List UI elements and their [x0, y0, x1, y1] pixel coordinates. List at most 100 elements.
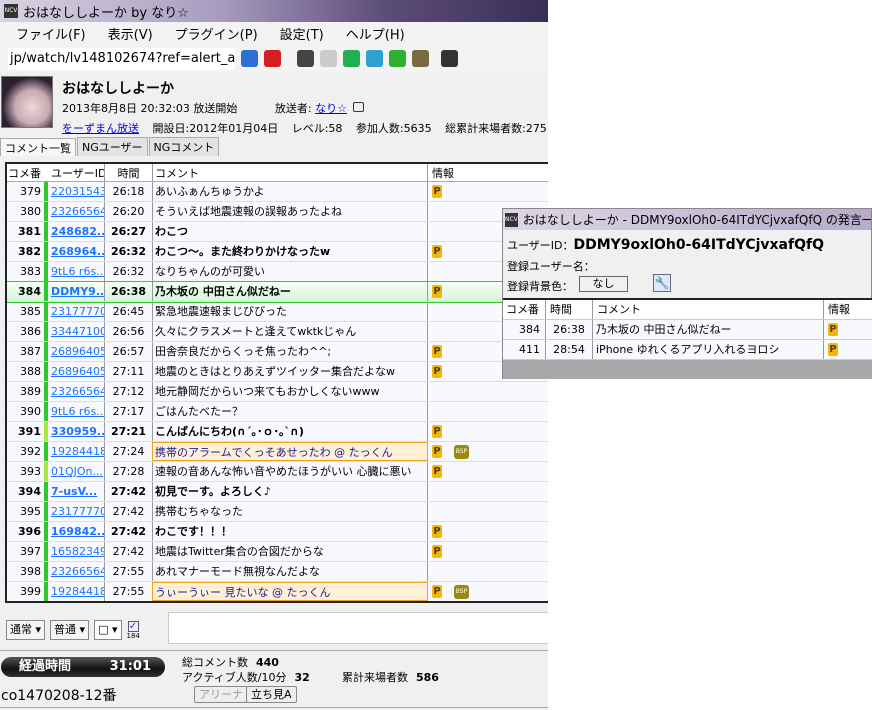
table-row[interactable]: 396 169842... 27:42 わこです！！！ P	[7, 522, 548, 542]
user-id-link[interactable]: 33447100	[48, 325, 104, 338]
user-id-link[interactable]: 248682...	[48, 225, 104, 238]
speech-icon[interactable]	[297, 50, 314, 67]
comment-time: 26:27	[104, 222, 152, 241]
table-row[interactable]: 397 16582349 27:42 地震はTwitter集合の合図だからな P	[7, 542, 548, 562]
user-id-link[interactable]: 22031543	[48, 185, 104, 198]
seat-button[interactable]: 立ち見A	[246, 686, 297, 703]
user-id-link[interactable]: 9tL6 r6s...	[48, 265, 104, 278]
user-id-link[interactable]: 23266564	[48, 565, 104, 578]
col-user-id[interactable]: ユーザーID	[48, 165, 104, 181]
user-id-link[interactable]: 19284418	[48, 585, 104, 598]
comment-time: 27:42	[104, 542, 152, 561]
upload-icon[interactable]	[320, 50, 337, 67]
comment-no: 382	[18, 245, 41, 258]
user-id-link[interactable]: 330959...	[48, 425, 104, 438]
user-icon[interactable]	[343, 50, 360, 67]
user-id-link[interactable]: 23177770	[48, 305, 104, 318]
premium-icon: P	[432, 545, 442, 558]
table-row[interactable]: 399 19284418 27:55 うぃーうぃー 見たいな @ たっくん PB…	[7, 582, 548, 601]
table-row[interactable]: 380 23266564 26:20 そういえば地震速報の誤報あったよね	[7, 202, 548, 222]
premium-icon: P	[432, 345, 442, 358]
user-id-link[interactable]: 23177770	[48, 505, 104, 518]
user-id-link[interactable]: 9tL6 r6s...	[48, 405, 104, 418]
table-row[interactable]: 386 33447100 26:56 久々にクラスメートと逢えてwktkじゃん	[7, 322, 548, 342]
table-row[interactable]: 393 01QJOn... 27:28 速報の音あんな怖い音やめたほうがいい 心…	[7, 462, 548, 482]
col-comment[interactable]: コメント	[593, 300, 824, 319]
user-id-link[interactable]: 16582349	[48, 545, 104, 558]
menu-help[interactable]: ヘルプ(H)	[346, 24, 405, 43]
mode-select[interactable]: 通常 ▾	[6, 620, 46, 640]
tab-ng-comments[interactable]: NGコメント	[148, 137, 220, 156]
popup-table-row[interactable]: 384 26:38 乃木坂の 中田さん似だねー P	[503, 320, 872, 340]
user-id-link[interactable]: 23266564	[48, 385, 104, 398]
menu-settings[interactable]: 設定(T)	[280, 24, 324, 43]
total-comments: 総コメント数 440	[182, 656, 279, 669]
settings-icon[interactable]	[412, 50, 429, 67]
comment-time: 27:11	[104, 362, 152, 381]
table-row[interactable]: 398 23266564 27:55 あれマナーモード無視なんだよな	[7, 562, 548, 582]
url-input[interactable]: jp/watch/lv148102674?ref=alert_alert	[8, 47, 235, 70]
table-row[interactable]: 391 330959... 27:21 こんばんにちわ(∩´｡･ｏ･｡`∩) P	[7, 422, 548, 442]
comment-no: 381	[18, 225, 41, 238]
table-row[interactable]: 384 DDMY9... 26:38 乃木坂の 中田さん似だねー P	[7, 281, 548, 303]
disconnect-icon[interactable]	[264, 50, 281, 67]
arena-button[interactable]: アリーナ	[194, 686, 248, 703]
size-select[interactable]: 普通 ▾	[50, 620, 90, 640]
tab-comments[interactable]: コメント一覧	[0, 138, 76, 156]
comment-time: 26:38	[104, 282, 152, 301]
table-row[interactable]: 385 23177770 26:45 緊急地震速報まじびびった	[7, 302, 548, 322]
table-row[interactable]: 395 23177770 27:42 携帯むちゃなった	[7, 502, 548, 522]
on-air-icon[interactable]	[389, 50, 406, 67]
table-row[interactable]: 383 9tL6 r6s... 26:32 なりちゃんのが可愛い	[7, 262, 548, 282]
wrench-icon[interactable]: 🔧	[653, 274, 671, 292]
user-id-link[interactable]: 19284418	[48, 445, 104, 458]
comment-text: 携帯むちゃなった	[152, 502, 428, 521]
user-id-link[interactable]: 268964...	[48, 245, 104, 258]
user-id-link[interactable]: DDMY9...	[48, 285, 104, 298]
table-row[interactable]: 392 19284418 27:24 携帯のアラームでくっそあせったわ @ たっ…	[7, 442, 548, 462]
table-row[interactable]: 388 26896405 27:11 地震のときはとりあえずツイッター集合だよな…	[7, 362, 548, 382]
broadcaster-link[interactable]: なり☆	[315, 102, 347, 115]
premium-icon: P	[432, 425, 442, 438]
col-time[interactable]: 時間	[546, 300, 593, 319]
user-id-link[interactable]: 169842...	[48, 525, 104, 538]
col-info[interactable]: 情報	[428, 165, 548, 181]
comment-info: P BSP	[428, 444, 548, 459]
col-time[interactable]: 時間	[104, 164, 152, 181]
user-id-link[interactable]: 23266564	[48, 205, 104, 218]
menu-file[interactable]: ファイル(F)	[16, 24, 86, 43]
comment-input[interactable]	[168, 612, 548, 644]
col-info[interactable]: 情報	[824, 300, 872, 319]
tab-ng-users[interactable]: NGユーザー	[77, 137, 148, 156]
users-icon[interactable]	[366, 50, 383, 67]
comment-no: 395	[20, 505, 41, 518]
table-row[interactable]: 389 23266564 27:12 地元静岡だからいつ来てもおかしくないwww	[7, 382, 548, 402]
comment-time: 26:57	[104, 342, 152, 361]
color-select[interactable]: □ ▾	[94, 620, 122, 640]
user-id-link[interactable]: 26896405	[48, 365, 104, 378]
table-row[interactable]: 394 7-usV... 27:42 初見でーす。よろしく♪	[7, 482, 548, 502]
col-no[interactable]: コメ番	[503, 300, 546, 319]
connect-icon[interactable]	[241, 50, 258, 67]
popup-bg-value: なし	[579, 276, 628, 292]
user-id-link[interactable]: 7-usV...	[48, 485, 104, 498]
plugin-add-icon[interactable]	[441, 50, 458, 67]
col-no[interactable]: コメ番	[7, 165, 44, 181]
menu-view[interactable]: 表示(V)	[108, 24, 153, 43]
comment-info: P	[824, 340, 872, 359]
table-row[interactable]: 381 248682... 26:27 わこつ	[7, 222, 548, 242]
comment-text: わこです！！！	[152, 522, 428, 541]
user-id-link[interactable]: 26896405	[48, 345, 104, 358]
col-comment[interactable]: コメント	[152, 164, 428, 181]
comment-no: 384	[503, 320, 546, 339]
premium-icon: P	[432, 285, 442, 298]
table-row[interactable]: 390 9tL6 r6s... 27:17 ごはんたべたー？	[7, 402, 548, 422]
popup-table-row[interactable]: 411 28:54 iPhone ゆれくるアプリ入れるヨロシ P	[503, 340, 872, 360]
anon-checkbox[interactable]: ✓ 184	[127, 620, 140, 640]
community-link[interactable]: をーずまん放送	[62, 122, 139, 135]
table-row[interactable]: 382 268964... 26:32 わこつ～。また終わりかけなったw P	[7, 242, 548, 262]
user-id-link[interactable]: 01QJOn...	[48, 465, 104, 478]
table-row[interactable]: 387 26896405 26:57 田舎奈良だからくっそ焦ったわ^^; P	[7, 342, 548, 362]
menu-plugin[interactable]: プラグイン(P)	[175, 24, 258, 43]
table-row[interactable]: 379 22031543 26:18 あいふぁんちゅうかよ P	[7, 182, 548, 202]
